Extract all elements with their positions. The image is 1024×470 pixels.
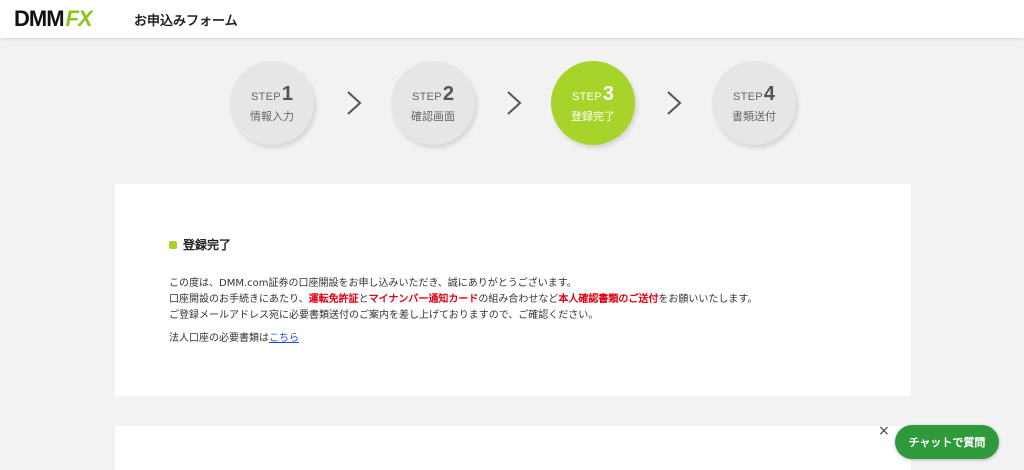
highlight-drivers-license: 運転免許証 bbox=[308, 294, 359, 305]
dmm-fx-logo[interactable]: DMM FX bbox=[14, 6, 93, 31]
highlight-mynumber-card: マイナンバー通知カード bbox=[368, 294, 479, 305]
section-title-text: 登録完了 bbox=[183, 238, 232, 252]
step-4: STEP 4 書類送付 bbox=[712, 61, 796, 145]
corporate-docs-link[interactable]: こちら bbox=[269, 333, 299, 344]
logo-dmm-text: DMM bbox=[14, 6, 65, 31]
bullet-square-icon bbox=[169, 240, 177, 249]
step-1: STEP 1 情報入力 bbox=[230, 61, 314, 145]
step-number: 4 bbox=[763, 82, 776, 105]
chevron-right-icon bbox=[667, 91, 682, 115]
message-text: 法人口座の必要書類は bbox=[169, 333, 269, 344]
highlight-id-documents: 本人確認書類のご送付 bbox=[558, 294, 659, 305]
step-label: 確認画面 bbox=[411, 109, 455, 123]
close-icon[interactable]: × bbox=[878, 423, 890, 439]
step-number: 2 bbox=[442, 82, 455, 105]
step-word: STEP bbox=[411, 90, 442, 103]
chevron-right-icon bbox=[347, 91, 362, 115]
page-title: お申込みフォーム bbox=[134, 14, 238, 29]
step-2: STEP 2 確認画面 bbox=[391, 61, 475, 145]
completion-card: 登録完了 この度は、DMM.com証券の口座開設をお申し込みいただき、誠にありが… bbox=[115, 184, 911, 396]
step-3: STEP 3 登録完了 bbox=[551, 61, 635, 145]
message-line-3: ご登録メールアドレス宛に必要書類送付のご案内を差し上げておりますので、ご確認くだ… bbox=[169, 310, 599, 321]
message-line-2: 口座開設のお手続きにあたり、運転免許証とマイナンバー通知カードの組み合わせなど本… bbox=[169, 290, 757, 305]
step-label: 情報入力 bbox=[250, 109, 294, 123]
step-label: 登録完了 bbox=[571, 109, 615, 123]
logo-fx-text: FX bbox=[65, 6, 93, 31]
message-text: と bbox=[358, 294, 369, 305]
message-text: の組み合わせなど bbox=[478, 294, 559, 305]
step-word: STEP bbox=[250, 90, 281, 103]
message-line-1: この度は、DMM.com証券の口座開設をお申し込みいただき、誠にありがとうござい… bbox=[169, 278, 577, 289]
chevron-right-icon bbox=[507, 91, 522, 115]
message-text: 口座開設のお手続きにあたり、 bbox=[169, 294, 309, 305]
step-word: STEP bbox=[732, 90, 763, 103]
message-text: をお願いいたします。 bbox=[658, 294, 758, 305]
header: DMM FX お申込みフォーム bbox=[0, 0, 1024, 38]
step-label: 書類送付 bbox=[732, 109, 776, 123]
step-word: STEP bbox=[571, 90, 602, 103]
message-line-4: 法人口座の必要書類はこちら bbox=[169, 329, 299, 344]
secondary-card bbox=[115, 426, 911, 470]
chat-question-button[interactable]: チャットで質問 bbox=[895, 425, 999, 459]
section-title: 登録完了 bbox=[169, 236, 231, 253]
step-number: 1 bbox=[281, 82, 294, 105]
step-number: 3 bbox=[602, 82, 615, 105]
